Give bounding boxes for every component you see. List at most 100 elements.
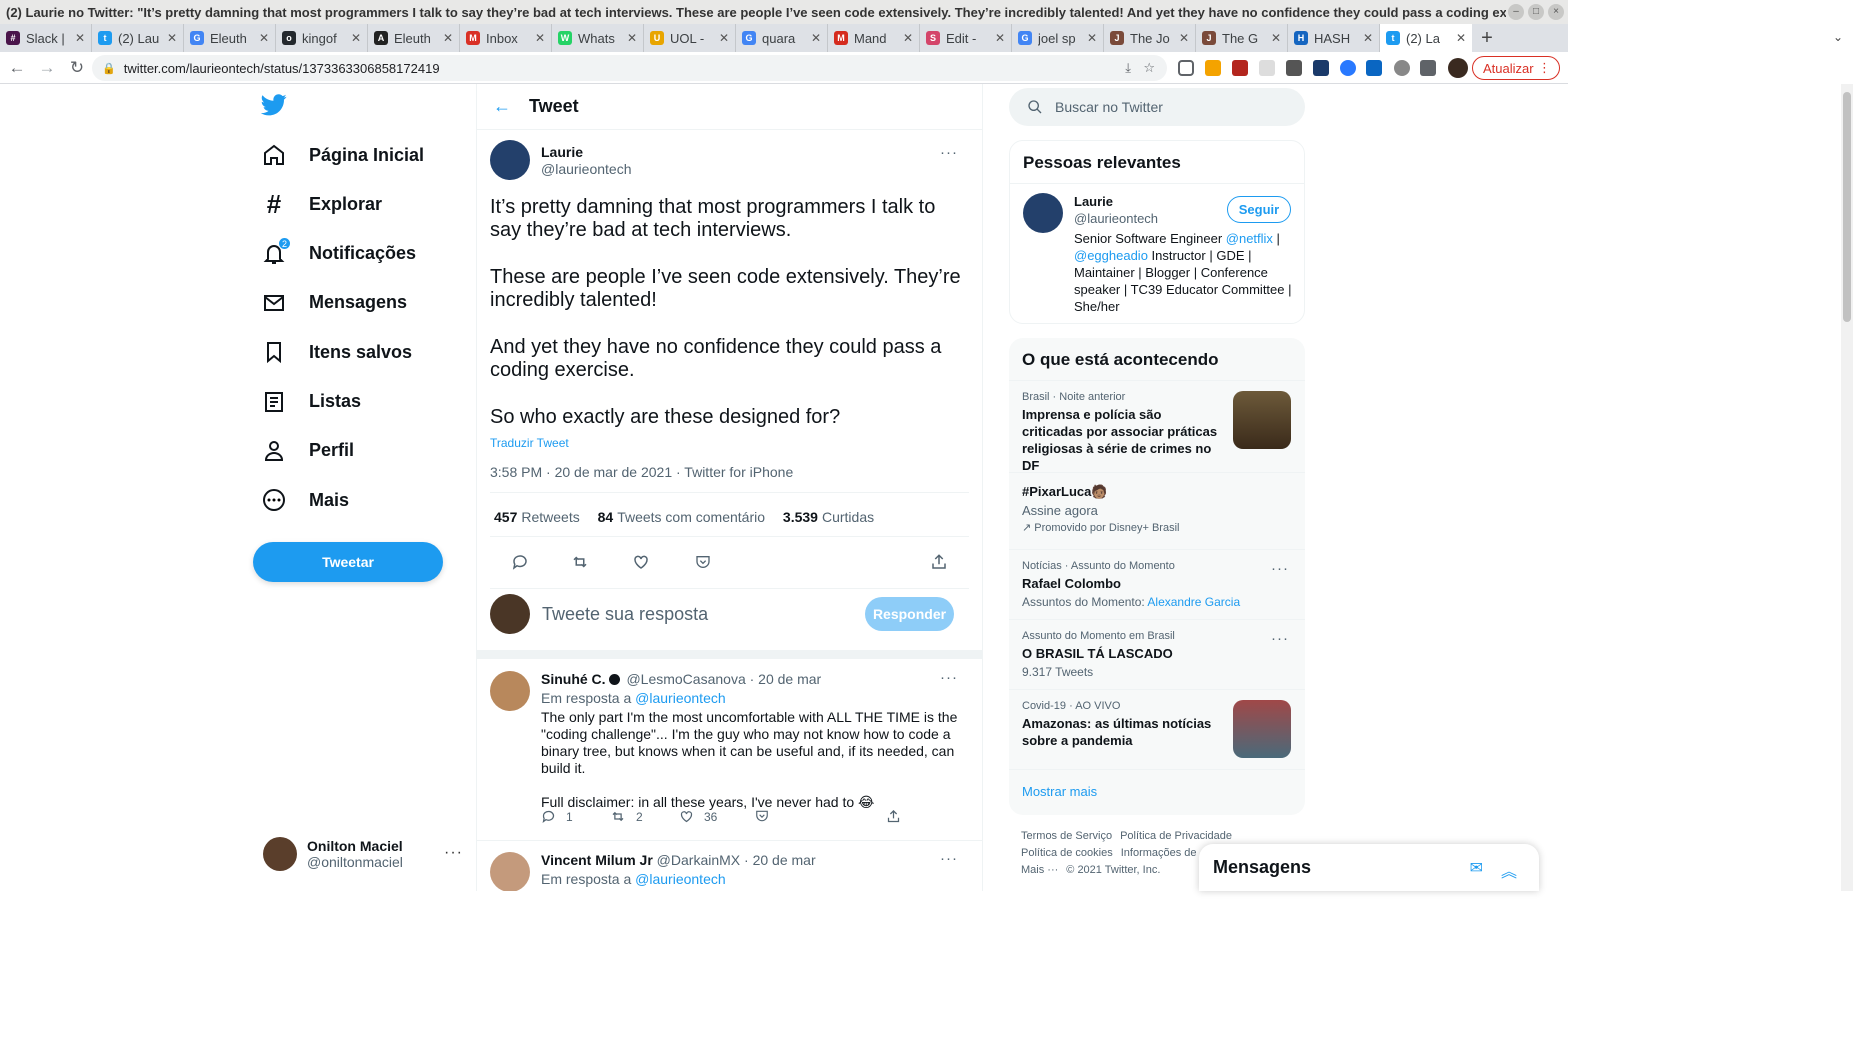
bookmark-star-icon[interactable]: ☆ <box>1143 60 1155 76</box>
reply-more-icon[interactable]: ··· <box>940 669 958 686</box>
retweet-icon[interactable] <box>566 548 594 576</box>
tab-close-icon[interactable]: ✕ <box>351 31 361 45</box>
reply-reply-button[interactable]: 1 <box>541 809 573 824</box>
show-more-link[interactable]: Mostrar mais <box>1009 769 1305 815</box>
share-icon[interactable] <box>925 548 953 576</box>
red-extension-icon[interactable] <box>1232 60 1248 76</box>
forward-arrow-icon[interactable]: → <box>34 58 60 78</box>
reply-icon[interactable] <box>506 548 534 576</box>
cookies-link[interactable]: Política de cookies <box>1021 847 1113 859</box>
ads-info-link[interactable]: Informações de <box>1121 847 1197 859</box>
tab-close-icon[interactable]: ✕ <box>1271 31 1281 45</box>
browser-tab[interactable]: W Whats ✕ <box>552 24 644 52</box>
reply-input[interactable]: Tweete sua resposta <box>542 604 708 625</box>
pen-extension-icon[interactable] <box>1286 60 1302 76</box>
kebab-menu-icon[interactable]: ⋮ <box>1538 60 1551 76</box>
scrollbar-thumb[interactable] <box>1843 92 1851 322</box>
install-icon[interactable]: ⤓ <box>1125 60 1131 76</box>
terms-link[interactable]: Termos de Serviço <box>1021 830 1112 842</box>
browser-tab[interactable]: o kingof ✕ <box>276 24 368 52</box>
account-switcher[interactable]: Onilton Maciel @oniltonmaciel ··· <box>263 836 463 872</box>
bio-link[interactable]: @eggheadio <box>1074 248 1148 263</box>
search-input[interactable]: Buscar no Twitter <box>1009 88 1305 126</box>
trend-item[interactable]: Brasil · Noite anterior Imprensa e políc… <box>1009 380 1305 473</box>
reply-more-icon[interactable]: ··· <box>940 850 958 867</box>
mention-link[interactable]: @laurieontech <box>635 690 726 706</box>
browser-tab[interactable]: # Slack | ✕ <box>0 24 92 52</box>
reply-author-name[interactable]: Sinuhé C. <box>541 671 606 687</box>
author-name[interactable]: Laurie <box>541 144 583 160</box>
translate-link[interactable]: Traduzir Tweet <box>490 436 569 450</box>
new-message-icon[interactable]: ✉ <box>1470 858 1483 878</box>
trend-item[interactable]: #PixarLuca🧑🏽 Assine agora ↗ Promovido po… <box>1009 472 1305 549</box>
author-handle[interactable]: @laurieontech <box>541 161 632 177</box>
follow-button[interactable]: Seguir <box>1227 196 1291 223</box>
bio-link[interactable]: @netflix <box>1226 231 1273 246</box>
close-window-icon[interactable]: × <box>1548 4 1564 20</box>
trend-item[interactable]: Covid-19 · AO VIVO Amazonas: as últimas … <box>1009 689 1305 769</box>
person-avatar[interactable] <box>1023 193 1063 233</box>
trend-item[interactable]: Assunto do Momento em Brasil O BRASIL TÁ… <box>1009 619 1305 689</box>
tab-close-icon[interactable]: ✕ <box>719 31 729 45</box>
nav-item-perfil[interactable]: Perfil <box>261 429 471 473</box>
new-tab-icon[interactable]: + <box>1472 24 1502 52</box>
circle-extension-icon[interactable] <box>1394 60 1410 76</box>
footer-more-link[interactable]: Mais ··· <box>1021 864 1058 876</box>
reply-author-name[interactable]: Vincent Milum Jr <box>541 852 653 868</box>
browser-tab[interactable]: t (2) La ✕ <box>1380 24 1472 52</box>
browser-tab[interactable]: t (2) Lau ✕ <box>92 24 184 52</box>
person-name[interactable]: Laurie <box>1074 194 1113 209</box>
reply-date[interactable]: · 20 de mar <box>744 852 816 868</box>
reply-avatar[interactable] <box>490 852 530 891</box>
blue-extension-icon[interactable] <box>1340 60 1356 76</box>
reply-button[interactable]: Responder <box>865 597 954 631</box>
reply-retweet-button[interactable]: 2 <box>610 809 643 824</box>
tab-close-icon[interactable]: ✕ <box>1363 31 1373 45</box>
reload-icon[interactable]: ↻ <box>64 58 90 78</box>
quotes-stat[interactable]: 84 Tweets com comentário <box>598 509 765 525</box>
tab-search-chevron-icon[interactable]: ⌄ <box>1833 30 1843 44</box>
browser-tab[interactable]: J The Jo ✕ <box>1104 24 1196 52</box>
trend-link[interactable]: Alexandre Garcia <box>1147 595 1240 609</box>
k-extension-icon[interactable] <box>1205 60 1221 76</box>
browser-tab[interactable]: G Eleuth ✕ <box>184 24 276 52</box>
address-bar[interactable]: 🔒 twitter.com/laurieontech/status/137336… <box>92 55 1167 81</box>
like-icon[interactable] <box>627 548 655 576</box>
trend-more-icon[interactable]: ··· <box>1271 560 1289 577</box>
back-arrow-icon[interactable]: ← <box>477 96 529 117</box>
trend-more-icon[interactable]: ··· <box>1271 630 1289 647</box>
tab-close-icon[interactable]: ✕ <box>535 31 545 45</box>
tab-close-icon[interactable]: ✕ <box>1087 31 1097 45</box>
bars-extension-icon[interactable] <box>1366 60 1382 76</box>
tab-close-icon[interactable]: ✕ <box>1179 31 1189 45</box>
tab-close-icon[interactable]: ✕ <box>627 31 637 45</box>
nav-item-listas[interactable]: Listas <box>261 380 471 424</box>
author-avatar[interactable] <box>490 140 530 180</box>
twitter-logo-icon[interactable] <box>260 94 287 121</box>
browser-tab[interactable]: Gquara ✕ <box>736 24 828 52</box>
tab-close-icon[interactable]: ✕ <box>995 31 1005 45</box>
reply-date[interactable]: · 20 de mar <box>750 671 822 687</box>
tweet-meta[interactable]: 3:58 PM · 20 de mar de 2021 · Twitter fo… <box>490 464 793 480</box>
reply-handle[interactable]: @DarkainMX <box>657 852 740 868</box>
mention-link[interactable]: @laurieontech <box>635 871 726 887</box>
browser-tab[interactable]: J The G ✕ <box>1196 24 1288 52</box>
browser-tab[interactable]: A Eleuth ✕ <box>368 24 460 52</box>
grey-extension-icon[interactable] <box>1259 60 1275 76</box>
privacy-link[interactable]: Política de Privacidade <box>1120 830 1232 842</box>
nav-item-explorar[interactable]: # Explorar <box>261 182 471 226</box>
relevant-person[interactable]: Laurie @laurieontech Seguir Senior Softw… <box>1010 183 1304 323</box>
reply-like-button[interactable]: 36 <box>679 809 717 824</box>
nav-item-notifica-es[interactable]: 2 Notificações <box>261 232 471 276</box>
tweet-button[interactable]: Tweetar <box>253 542 443 582</box>
minimize-icon[interactable]: – <box>1508 4 1524 20</box>
nav-item-mais[interactable]: Mais <box>261 478 471 522</box>
nav-item-p-gina-inicial[interactable]: Página Inicial <box>261 133 471 177</box>
browser-tab[interactable]: Gjoel sp ✕ <box>1012 24 1104 52</box>
nav-item-mensagens[interactable]: Mensagens <box>261 281 471 325</box>
browser-tab[interactable]: H HASH ✕ <box>1288 24 1380 52</box>
reply-avatar[interactable] <box>490 671 530 711</box>
tab-close-icon[interactable]: ✕ <box>903 31 913 45</box>
messages-dock[interactable]: Mensagens ✉ ︽ <box>1199 844 1539 891</box>
reply-pocket-icon[interactable] <box>755 809 769 823</box>
